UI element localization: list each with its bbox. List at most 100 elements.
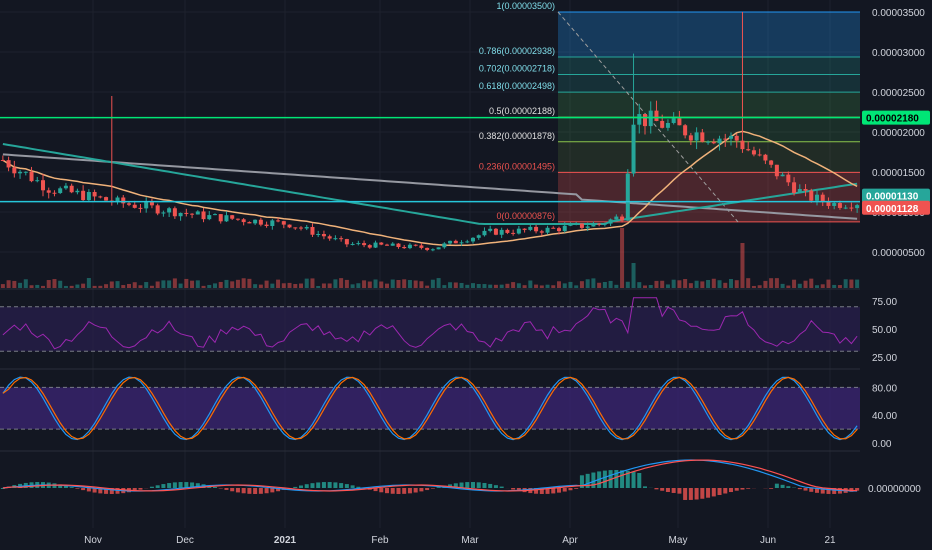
price-tick-label: 0.00002500 (872, 88, 925, 99)
candle-body (304, 226, 309, 229)
volume-bar (826, 279, 831, 288)
candle-body (774, 164, 779, 177)
candle-body (769, 160, 774, 165)
volume-bar (625, 281, 630, 288)
macd-histogram-bar (419, 488, 424, 492)
fib-zone (558, 172, 860, 222)
volume-bar (493, 284, 498, 288)
volume-bar (780, 283, 785, 288)
price-axis[interactable]: 0.00003500 0.00003000 0.00002500 0.00002000… (860, 0, 932, 550)
candle-body (522, 228, 527, 230)
macd-histogram-bar (327, 482, 332, 488)
volume-bar (321, 283, 326, 288)
volume-bar (86, 278, 91, 288)
candle-body (706, 141, 711, 143)
candle-body (132, 204, 137, 208)
candle-body (0, 160, 5, 161)
macd-histogram-bar (407, 488, 412, 494)
candle-body (276, 220, 281, 222)
candle-body (602, 223, 607, 225)
macd-histogram-bar (511, 488, 516, 490)
volume-bar (138, 285, 143, 288)
macd-histogram-bar (149, 486, 154, 488)
candle-body (843, 207, 848, 209)
macd-histogram-bar (683, 488, 688, 500)
candle-body (585, 226, 590, 228)
macd-histogram-bar (482, 482, 487, 488)
candle-body (648, 110, 653, 127)
candle-body (470, 237, 476, 242)
volume-bar (310, 278, 315, 288)
volume-bar (597, 282, 602, 288)
candle-body (138, 207, 143, 209)
candle-body (711, 141, 716, 144)
volume-bar (774, 278, 779, 288)
macd-histogram-bar (413, 488, 418, 493)
time-tick-label: Jun (760, 535, 776, 546)
volume-bar (287, 282, 292, 288)
volume-bar (545, 284, 550, 288)
volume-bar (843, 279, 848, 288)
time-axis[interactable]: Nov Dec 2021 Feb Mar Apr May Jun 21 (0, 528, 932, 550)
macd-histogram-bar (786, 486, 791, 488)
macd-histogram-bar (665, 488, 670, 492)
volume-bar (717, 280, 722, 288)
candle-body (688, 135, 693, 141)
price-tick-label: 0.00003000 (872, 48, 925, 59)
price-badge-label: 0.00001128 (866, 204, 919, 215)
candle-body (826, 201, 831, 206)
candle-body (436, 247, 441, 250)
candle-body (52, 192, 57, 194)
volume-bar (63, 285, 68, 288)
candle-body (620, 216, 625, 221)
volume-bar (69, 285, 74, 288)
volume-bar (218, 281, 223, 288)
candle-body (551, 227, 556, 229)
candle-body (665, 122, 670, 128)
candle-body (413, 244, 418, 246)
volume-bar (149, 285, 154, 288)
candle-body (12, 167, 17, 174)
candle-body (751, 150, 756, 155)
time-tick-label: Nov (84, 535, 102, 546)
price-tick-label: 0.00001500 (872, 168, 925, 179)
candle-body (728, 135, 734, 139)
candle-body (511, 232, 516, 234)
volume-bar (470, 283, 476, 288)
fib-zone (558, 12, 860, 57)
candle-body (832, 203, 837, 206)
candle-body (717, 138, 722, 144)
volume-bar (384, 283, 390, 288)
volume-bar (178, 283, 183, 288)
time-tick-label: 2021 (274, 535, 297, 546)
candle-body (104, 197, 109, 201)
volume-bar (115, 281, 120, 288)
candle-body (820, 194, 825, 202)
macd-histogram-bar (253, 488, 258, 494)
macd-histogram-bar (172, 482, 177, 488)
volume-bar (556, 281, 562, 288)
volume-bar (304, 278, 309, 288)
volume-bar (746, 278, 751, 288)
macd-histogram-bar (809, 488, 814, 492)
macd-histogram-bar (574, 488, 579, 489)
macd-histogram-bar (379, 488, 384, 493)
price-badge-label: 0.00002180 (866, 114, 919, 125)
candle-body (344, 239, 349, 245)
candle-body (734, 135, 739, 141)
candle-body (362, 243, 367, 246)
fib-label: 0(0.00000876) (496, 211, 555, 221)
volume-bar (740, 243, 745, 288)
volume-bar (677, 280, 682, 288)
macd-histogram-bar (774, 483, 779, 488)
candle-body (493, 228, 498, 235)
price-tick-label: 0.00003500 (872, 8, 925, 19)
volume-bar (528, 280, 533, 288)
volume-bar (104, 284, 109, 288)
macd-histogram-bar (81, 488, 86, 491)
candle-body (235, 218, 240, 220)
macd-histogram-bar (212, 486, 218, 488)
macd-histogram-bar (155, 485, 160, 488)
volume-bar (184, 278, 189, 288)
rsi-tick-label: 50.00 (872, 325, 897, 336)
